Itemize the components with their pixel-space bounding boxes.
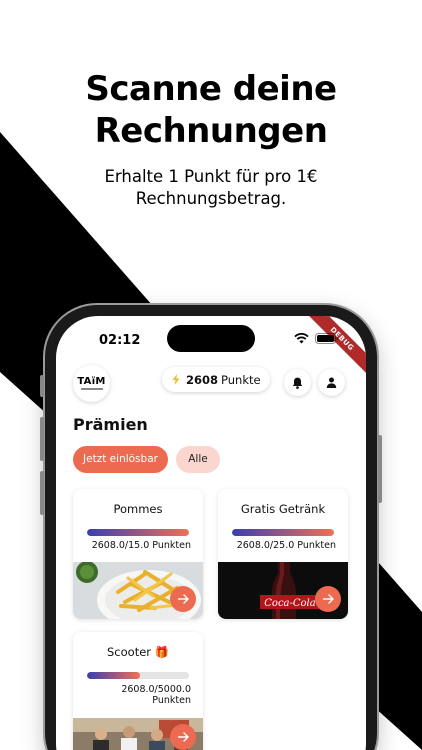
reward-card-pommes[interactable]: Pommes 2608.0/15.0 Punkten — [73, 489, 203, 619]
filter-all-chip[interactable]: Alle — [176, 446, 220, 473]
bolt-icon — [172, 374, 180, 385]
reward-progress-fill — [87, 672, 141, 679]
points-balance-pill[interactable]: 2608 Punkte — [162, 367, 270, 392]
promo-headline-line1: Scanne deine — [85, 69, 337, 109]
svg-text:Coca-Cola: Coca-Cola — [264, 598, 315, 609]
reward-progress-text: 2608.0/25.0 Punkten — [236, 540, 336, 551]
reward-progress-fill — [87, 529, 189, 536]
reward-card-scooter[interactable]: Scooter 🎁 2608.0/5000.0 Punkten — [73, 632, 203, 750]
reward-progress-fill — [232, 529, 334, 536]
fries-photo — [73, 562, 203, 619]
points-value: 2608 — [186, 372, 219, 387]
status-time: 02:12 — [99, 333, 141, 348]
reward-progress-bar — [87, 672, 189, 679]
group-photo — [73, 718, 203, 750]
promo-headline: Scanne deine Rechnungen — [0, 68, 422, 152]
profile-button[interactable] — [318, 369, 345, 396]
promo-subline: Erhalte 1 Punkt für pro 1€ Rechnungsbetr… — [0, 166, 422, 210]
phone-frame: DEBUG 02:12 TAïM 2608 Punkte Prämien Jet… — [40, 305, 382, 750]
reward-name: Gratis Getränk — [240, 502, 326, 516]
reward-name: Scooter — [107, 645, 152, 659]
reward-title-row: Scooter 🎁 — [73, 645, 203, 659]
reward-name: Pommes — [113, 502, 163, 516]
arrow-right-icon — [322, 594, 334, 604]
gift-icon: 🎁 — [154, 645, 169, 659]
notifications-button[interactable] — [284, 369, 311, 396]
reward-open-button[interactable] — [315, 586, 341, 612]
brand-logo[interactable]: TAïM — [73, 365, 110, 402]
status-icons — [294, 333, 339, 344]
phone-volume-up-button — [40, 417, 44, 461]
reward-progress-text: 2608.0/5000.0 Punkten — [121, 684, 191, 706]
reward-card-gratis-getraenk[interactable]: Gratis Getränk 2608.0/25.0 Punkten Coca-… — [218, 489, 348, 619]
phone-power-button — [378, 435, 382, 503]
promo-subline-line1: Erhalte 1 Punkt für pro 1€ — [104, 167, 318, 186]
phone-side-button — [40, 375, 44, 397]
points-label: Punkte — [221, 372, 261, 387]
reward-progress-bar — [232, 529, 334, 536]
wifi-icon — [294, 333, 309, 344]
profile-icon — [326, 377, 337, 388]
rewards-title: Prämien — [73, 415, 148, 434]
battery-icon — [315, 333, 339, 344]
bell-icon — [292, 377, 303, 389]
reward-progress-text-line1: 2608.0/5000.0 — [121, 684, 191, 695]
phone-volume-down-button — [40, 471, 44, 515]
reward-progress-text: 2608.0/15.0 Punkten — [91, 540, 191, 551]
dynamic-island — [167, 325, 255, 352]
reward-open-button[interactable] — [170, 724, 196, 750]
reward-progress-text-line2: Punkten — [152, 695, 191, 706]
arrow-right-icon — [177, 594, 189, 604]
brand-logo-tagline-mark — [80, 388, 103, 390]
promo-headline-line2: Rechnungen — [94, 111, 328, 151]
app-screen: DEBUG 02:12 TAïM 2608 Punkte Prämien Jet… — [56, 316, 366, 750]
reward-open-button[interactable] — [170, 586, 196, 612]
filter-redeemable-chip[interactable]: Jetzt einlösbar — [73, 446, 168, 473]
arrow-right-icon — [177, 732, 189, 742]
reward-progress-bar — [87, 529, 189, 536]
promo-subline-line2: Rechnungsbetrag. — [135, 189, 287, 208]
brand-logo-text: TAïM — [77, 376, 106, 387]
cola-bottle-photo: Coca-Cola — [218, 562, 348, 619]
